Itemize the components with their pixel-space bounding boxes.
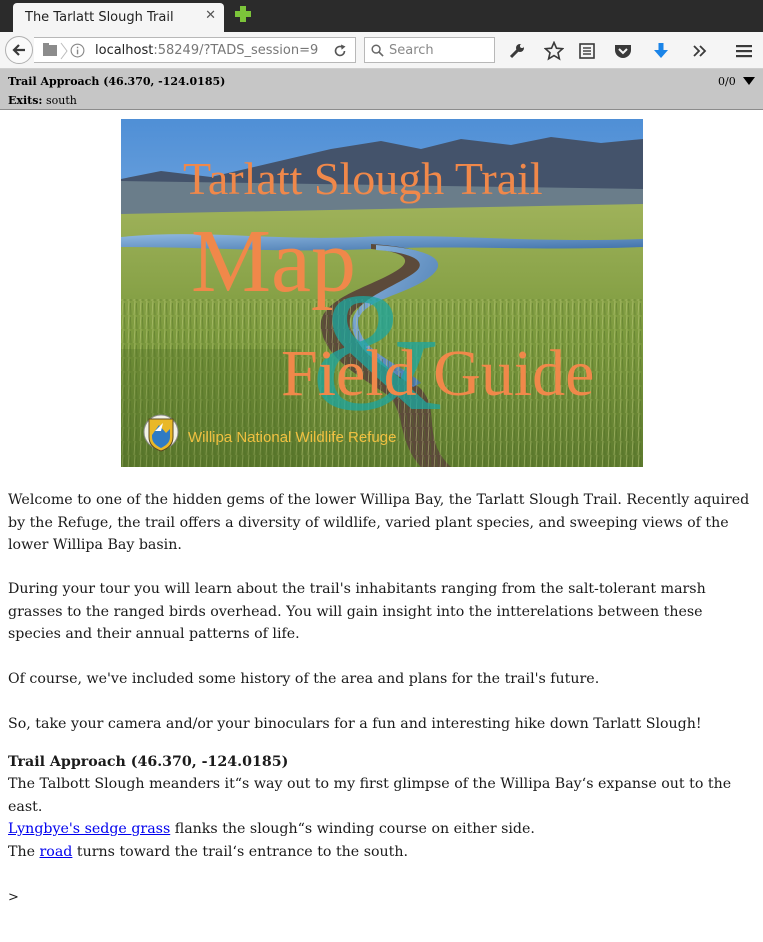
game-transcript: Tarlatt Slough Trail Map & Field Guide W… xyxy=(0,111,763,942)
chevron-right-icon xyxy=(60,42,68,60)
download-icon[interactable] xyxy=(651,41,671,61)
page-icon xyxy=(43,43,57,56)
back-button[interactable] xyxy=(5,36,33,64)
tab-close-icon[interactable]: ✕ xyxy=(205,8,216,23)
info-icon[interactable] xyxy=(70,43,85,58)
wrench-icon[interactable] xyxy=(507,41,527,61)
status-location: Trail Approach (46.370, -124.0185) xyxy=(8,75,226,88)
reload-icon[interactable] xyxy=(333,44,347,58)
search-placeholder: Search xyxy=(389,43,434,58)
search-icon xyxy=(371,44,384,57)
url-host: localhost xyxy=(95,43,154,58)
navigation-toolbar: localhost:58249/?TADS_session=9 Search xyxy=(0,32,763,69)
exits-label: Exits: xyxy=(8,94,43,107)
road-prefix-text: The xyxy=(8,844,40,860)
banner-image: Tarlatt Slough Trail Map & Field Guide W… xyxy=(121,119,643,467)
room-description: The Talbott Slough meanders it“s way out… xyxy=(8,773,753,841)
refuge-name: Willipa National Wildlife Refuge xyxy=(188,429,396,446)
room-desc-text-1: The Talbott Slough meanders it“s way out… xyxy=(8,776,732,815)
tab-strip: The Tarlatt Slough Trail ✕ xyxy=(0,0,763,32)
intro-paragraph-2: During your tour you will learn about th… xyxy=(8,581,706,642)
exits-value: south xyxy=(45,94,77,107)
search-box[interactable]: Search xyxy=(364,37,495,63)
new-tab-plus-icon[interactable] xyxy=(233,4,253,24)
bookmark-star-icon[interactable] xyxy=(544,41,564,61)
room-desc-text-2: flanks the slough“s winding course on ei… xyxy=(170,821,535,837)
intro-paragraph-4: So, take your camera and/or your binocul… xyxy=(8,716,702,732)
url-bar[interactable]: localhost:58249/?TADS_session=9 xyxy=(34,37,356,63)
reading-list-icon[interactable] xyxy=(577,41,597,61)
tab-active[interactable]: The Tarlatt Slough Trail ✕ xyxy=(13,3,224,32)
lyngbyes-sedge-grass-link[interactable]: Lyngbye's sedge grass xyxy=(8,821,170,837)
tab-title: The Tarlatt Slough Trail xyxy=(25,10,174,25)
status-score: 0/0 xyxy=(718,75,736,88)
back-arrow-icon xyxy=(12,44,25,56)
room-title: Trail Approach (46.370, -124.0185) xyxy=(8,754,289,770)
game-status-bar: Trail Approach (46.370, -124.0185) 0/0 E… xyxy=(0,69,763,110)
banner-photo: Tarlatt Slough Trail Map & Field Guide W… xyxy=(121,119,643,467)
intro-paragraph-1: Welcome to one of the hidden gems of the… xyxy=(8,492,750,553)
url-path: :58249/?TADS_session=9 xyxy=(153,43,319,58)
intro-paragraph-3: Of course, we've included some history o… xyxy=(8,671,600,687)
banner-title-line1: Tarlatt Slough Trail xyxy=(183,153,543,204)
status-exits: Exits: south xyxy=(8,94,77,107)
road-link[interactable]: road xyxy=(40,844,73,860)
room-exit-description: The road turns toward the trail‘s entran… xyxy=(8,841,753,864)
command-prompt[interactable]: > xyxy=(8,887,753,910)
banner-title-field-guide: Field Guide xyxy=(281,337,594,410)
road-suffix-text: turns toward the trail‘s entrance to the… xyxy=(72,844,408,860)
url-text[interactable]: localhost:58249/?TADS_session=9 xyxy=(95,43,318,58)
hamburger-menu-icon[interactable] xyxy=(734,41,754,61)
overflow-chevrons-icon[interactable] xyxy=(690,41,710,61)
pocket-icon[interactable] xyxy=(613,41,633,61)
menu-triangle-icon[interactable] xyxy=(742,76,756,86)
